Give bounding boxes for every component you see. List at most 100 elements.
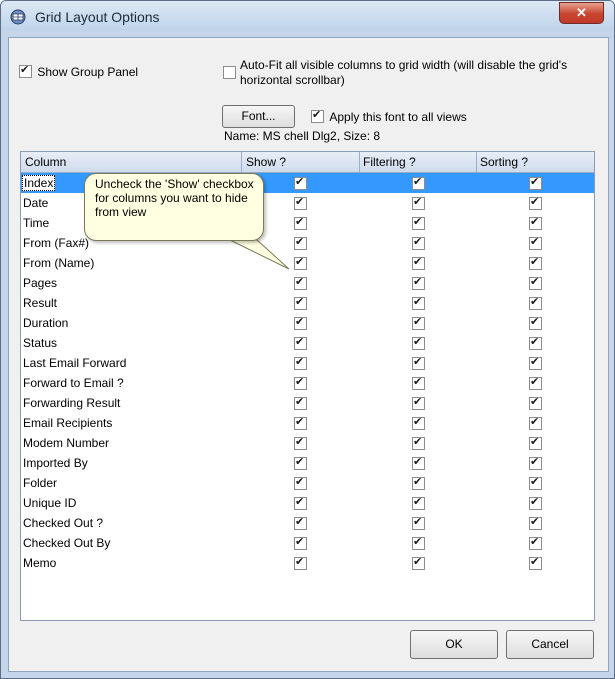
filtering-checkbox[interactable] [412,315,425,330]
cancel-button[interactable]: Cancel [506,630,594,659]
table-row[interactable]: Last Email Forward [21,353,594,373]
sorting-checkbox[interactable] [529,355,542,370]
show-checkbox[interactable] [294,295,307,310]
filtering-checkbox[interactable] [412,475,425,490]
show-checkbox[interactable] [294,555,307,570]
app-icon [10,9,26,25]
show-group-panel-check[interactable] [19,63,32,79]
sorting-checkbox[interactable] [529,255,542,270]
sorting-checkbox[interactable] [529,495,542,510]
table-row[interactable]: Forwarding Result [21,393,594,413]
table-row[interactable]: Checked Out ? [21,513,594,533]
sorting-checkbox[interactable] [529,335,542,350]
show-checkbox[interactable] [294,375,307,390]
table-row[interactable]: Memo [21,553,594,573]
show-checkbox[interactable] [294,335,307,350]
show-checkbox[interactable] [294,355,307,370]
sorting-checkbox[interactable] [529,455,542,470]
show-checkbox[interactable] [294,215,307,230]
grid-header: Column Show ? Filtering ? Sorting ? [21,152,594,173]
table-row[interactable]: Modem Number [21,433,594,453]
column-name: Unique ID [23,496,77,510]
show-checkbox[interactable] [294,435,307,450]
table-row[interactable]: Unique ID [21,493,594,513]
show-group-panel-label: Show Group Panel [37,64,139,79]
table-row[interactable]: Result [21,293,594,313]
show-checkbox[interactable] [294,395,307,410]
title-bar[interactable]: Grid Layout Options ✕ [1,1,614,31]
table-row[interactable]: From (Name) [21,253,594,273]
filtering-checkbox[interactable] [412,435,425,450]
show-group-panel-checkbox[interactable]: Show Group Panel [19,63,139,79]
sorting-checkbox[interactable] [529,415,542,430]
sorting-checkbox[interactable] [529,515,542,530]
show-checkbox[interactable] [294,535,307,550]
sorting-checkbox[interactable] [529,475,542,490]
filtering-checkbox[interactable] [412,455,425,470]
cancel-button-label: Cancel [531,637,569,651]
show-checkbox[interactable] [294,235,307,250]
show-checkbox[interactable] [294,275,307,290]
filtering-checkbox[interactable] [412,255,425,270]
sorting-checkbox[interactable] [529,375,542,390]
sorting-checkbox[interactable] [529,535,542,550]
filtering-checkbox[interactable] [412,335,425,350]
sorting-checkbox[interactable] [529,275,542,290]
header-show[interactable]: Show ? [246,155,286,169]
show-checkbox[interactable] [294,515,307,530]
show-checkbox[interactable] [294,415,307,430]
sorting-checkbox[interactable] [529,395,542,410]
filtering-checkbox[interactable] [412,235,425,250]
table-row[interactable]: Checked Out By [21,533,594,553]
header-sorting[interactable]: Sorting ? [480,155,528,169]
header-column[interactable]: Column [25,155,66,169]
filtering-checkbox[interactable] [412,535,425,550]
show-checkbox[interactable] [294,455,307,470]
filtering-checkbox[interactable] [412,275,425,290]
show-checkbox[interactable] [294,255,307,270]
filtering-checkbox[interactable] [412,175,425,190]
filtering-checkbox[interactable] [412,375,425,390]
apply-font-check[interactable] [311,108,324,124]
filtering-checkbox[interactable] [412,355,425,370]
table-row[interactable]: Email Recipients [21,413,594,433]
column-name: From (Name) [23,256,95,270]
sorting-checkbox[interactable] [529,175,542,190]
table-row[interactable]: Imported By [21,453,594,473]
header-filtering[interactable]: Filtering ? [363,155,416,169]
sorting-checkbox[interactable] [529,435,542,450]
show-checkbox[interactable] [294,195,307,210]
apply-font-checkbox[interactable]: Apply this font to all views [311,108,467,124]
sorting-checkbox[interactable] [529,555,542,570]
show-checkbox[interactable] [294,315,307,330]
table-row[interactable]: Duration [21,313,594,333]
sorting-checkbox[interactable] [529,235,542,250]
table-row[interactable]: Pages [21,273,594,293]
ok-button[interactable]: OK [410,630,498,659]
show-checkbox[interactable] [294,475,307,490]
sorting-checkbox[interactable] [529,315,542,330]
filtering-checkbox[interactable] [412,295,425,310]
close-button[interactable]: ✕ [559,2,604,24]
filtering-checkbox[interactable] [412,555,425,570]
filtering-checkbox[interactable] [412,495,425,510]
filtering-checkbox[interactable] [412,395,425,410]
filtering-checkbox[interactable] [412,415,425,430]
table-row[interactable]: Folder [21,473,594,493]
font-button[interactable]: Font... [222,105,295,128]
sorting-checkbox[interactable] [529,215,542,230]
filtering-checkbox[interactable] [412,195,425,210]
show-checkbox[interactable] [294,175,307,190]
header-divider[interactable] [241,152,242,172]
sorting-checkbox[interactable] [529,295,542,310]
header-divider[interactable] [476,152,477,172]
autofit-check[interactable] [223,66,236,79]
sorting-checkbox[interactable] [529,195,542,210]
filtering-checkbox[interactable] [412,515,425,530]
table-row[interactable]: Forward to Email ? [21,373,594,393]
show-checkbox[interactable] [294,495,307,510]
column-name: Checked Out ? [23,516,104,530]
header-divider[interactable] [359,152,360,172]
table-row[interactable]: Status [21,333,594,353]
filtering-checkbox[interactable] [412,215,425,230]
